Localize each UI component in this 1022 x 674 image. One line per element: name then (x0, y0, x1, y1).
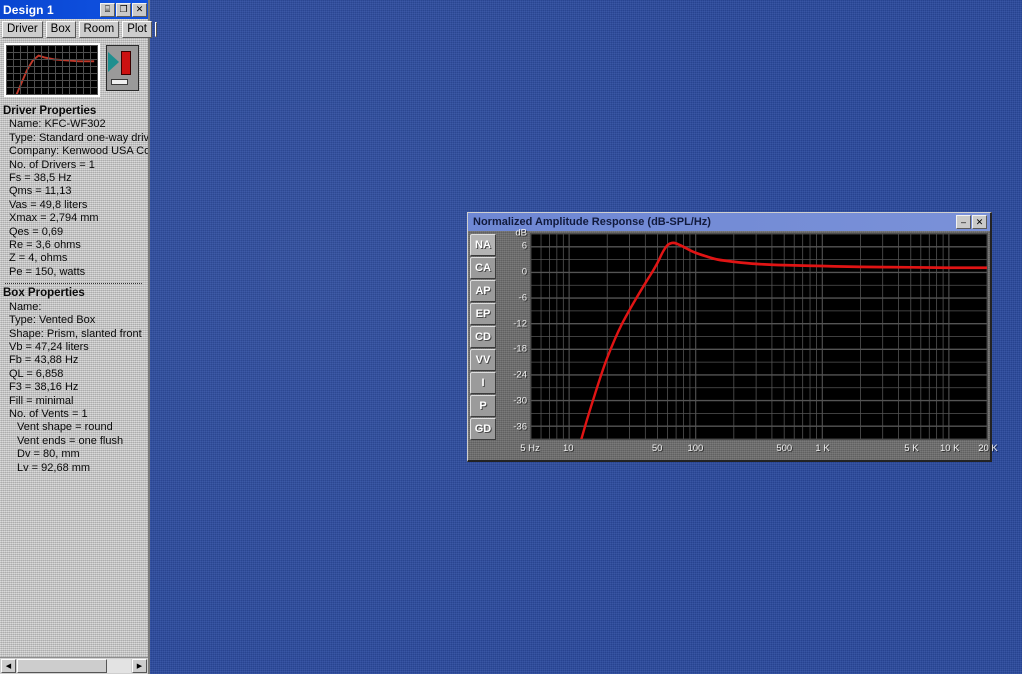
close-icon[interactable]: ✕ (972, 215, 987, 229)
y-tick-label: -18 (513, 343, 527, 355)
x-tick-label: 5 Hz (520, 443, 540, 454)
save-icon[interactable]: ⌸ (100, 2, 115, 17)
box-diagram-thumbnail[interactable] (106, 45, 139, 91)
driver-button[interactable]: Driver (2, 20, 43, 39)
x-tick-label: 1 K (815, 443, 830, 454)
restore-icon[interactable]: ❐ (116, 2, 131, 17)
port-icon (121, 51, 131, 75)
response-thumbnail[interactable] (4, 43, 100, 97)
horizontal-scrollbar[interactable]: ◀ ▶ (0, 657, 148, 674)
x-tick-label: 10 (562, 443, 574, 454)
plot-window-titlebar[interactable]: Normalized Amplitude Response (dB-SPL/Hz… (468, 213, 990, 231)
plot-area[interactable] (530, 233, 988, 440)
driver-property-line: Vas = 49,8 liters (9, 198, 88, 211)
driver-property-line: Qms = 11,13 (9, 185, 72, 198)
plot-mode-button-cd[interactable]: CD (470, 326, 496, 348)
room-button[interactable]: Room (78, 20, 120, 39)
plot-mode-button-ep[interactable]: EP (470, 303, 496, 325)
thumbnail-grid (6, 45, 98, 95)
box-property-line: QL = 6,858 (9, 367, 64, 380)
plot-mode-button-na[interactable]: NA (470, 234, 496, 256)
driver-property-line: Name: KFC-WF302 (9, 118, 106, 131)
y-tick-label: -24 (513, 369, 527, 381)
driver-cone-icon (108, 52, 119, 72)
box-property-line: Lv = 92,68 mm (17, 461, 91, 474)
plot-button[interactable]: Plot (122, 20, 153, 39)
driver-property-line: Type: Standard one-way driv (9, 131, 148, 144)
box-property-line: Vent ends = one flush (17, 434, 124, 447)
box-property-line: Name: (9, 300, 42, 313)
minimize-icon[interactable]: – (956, 215, 971, 229)
plot-main: dB 6 0 -6 -12 -18 -24 -30 -36 5 Hz 10 50 100 500 1 K5… (498, 228, 998, 458)
box-property-line: Vent shape = round (17, 421, 113, 434)
scrollbar-track[interactable] (17, 659, 131, 673)
y-tick-label: -36 (513, 421, 527, 433)
x-tick-label: 10 K (939, 443, 960, 454)
preview-row (0, 40, 148, 102)
box-property-line: Vb = 47,24 liters (9, 340, 89, 353)
x-tick-label: 50 (651, 443, 663, 454)
box-property-line: Fb = 43,88 Hz (9, 354, 79, 367)
x-tick-label: 100 (687, 443, 704, 454)
driver-properties-heading: Driver Properties (3, 105, 97, 117)
y-tick-label: 6 (521, 240, 527, 252)
design-window-title: Design 1 (3, 2, 54, 17)
close-icon[interactable]: ✕ (132, 2, 147, 17)
plot-mode-buttons: NA CA AP EP CD VV I P GD (470, 233, 498, 458)
design-toolbar: Driver Box Room Plot (0, 19, 158, 40)
box-property-line: Type: Vented Box (9, 314, 96, 327)
y-tick-label: 0 (521, 266, 527, 278)
box-properties-list: Name: Type: Vented Box Shape: Prism, slant… (3, 301, 148, 475)
driver-property-line: Re = 3,6 ohms (9, 239, 81, 252)
color-swatch[interactable] (155, 22, 158, 37)
plot-upper: dB 6 0 -6 -12 -18 -24 -30 -36 (500, 228, 988, 440)
vent-slot-icon (111, 79, 128, 85)
driver-properties-list: Name: KFC-WF302 Type: Standard one-way dr… (3, 118, 148, 279)
y-tick-label: -30 (513, 395, 527, 407)
plot-mode-button-gd[interactable]: GD (470, 418, 496, 440)
driver-property-line: Xmax = 2,794 mm (9, 212, 99, 225)
scrollbar-thumb[interactable] (17, 659, 108, 673)
x-axis: 5 Hz 10 50 100 500 1 K 5 K 10 K 20 K (520, 440, 998, 458)
driver-property-line: Fs = 38,5 Hz (9, 172, 72, 185)
plot-mode-button-i[interactable]: I (470, 372, 496, 394)
properties-panel: Driver Properties Name: KFC-WF302 Type: S… (0, 102, 148, 657)
box-property-line: Fill = minimal (9, 394, 74, 407)
x-tick-label: 500 (776, 443, 793, 454)
box-property-line: Shape: Prism, slanted front (9, 327, 142, 340)
box-property-line: No. of Vents = 1 (9, 407, 88, 420)
scroll-right-arrow-icon[interactable]: ▶ (132, 659, 147, 673)
plot-mode-button-ca[interactable]: CA (470, 257, 496, 279)
y-tick-label: -6 (518, 292, 527, 304)
design-window: Design 1 ⌸ ❐ ✕ Driver Box Room Plot Driv… (0, 0, 158, 674)
design-window-titlebar[interactable]: Design 1 ⌸ ❐ ✕ (0, 0, 148, 19)
plot-mode-button-p[interactable]: P (470, 395, 496, 417)
response-chart (531, 234, 987, 439)
box-button[interactable]: Box (45, 20, 76, 39)
properties-divider (5, 283, 142, 285)
driver-property-line: Pe = 150, watts (9, 265, 86, 278)
driver-property-line: No. of Drivers = 1 (9, 158, 95, 171)
plot-window-title: Normalized Amplitude Response (dB-SPL/Hz… (473, 216, 711, 228)
y-axis: dB 6 0 -6 -12 -18 -24 -30 -36 (500, 228, 530, 440)
plot-window: Normalized Amplitude Response (dB-SPL/Hz… (467, 212, 998, 462)
plot-body: NA CA AP EP CD VV I P GD dB 6 0 -6 -12 -18 -24 -30 -36 5… (468, 228, 998, 460)
driver-property-line: Qes = 0,69 (9, 225, 64, 238)
box-property-line: Dv = 80, mm (17, 448, 80, 461)
plot-mode-button-vv[interactable]: VV (470, 349, 496, 371)
plot-mode-button-ap[interactable]: AP (470, 280, 496, 302)
y-tick-label: -12 (513, 318, 527, 330)
box-properties-heading: Box Properties (3, 287, 85, 300)
y-tick-label: dB (515, 227, 527, 239)
driver-property-line: Z = 4, ohms (9, 252, 68, 265)
x-tick-label: 5 K (904, 443, 919, 454)
box-property-line: F3 = 38,16 Hz (9, 381, 79, 394)
scroll-left-arrow-icon[interactable]: ◀ (1, 659, 16, 673)
x-tick-label: 20 K (978, 443, 998, 454)
driver-property-line: Company: Kenwood USA Co (9, 145, 148, 158)
